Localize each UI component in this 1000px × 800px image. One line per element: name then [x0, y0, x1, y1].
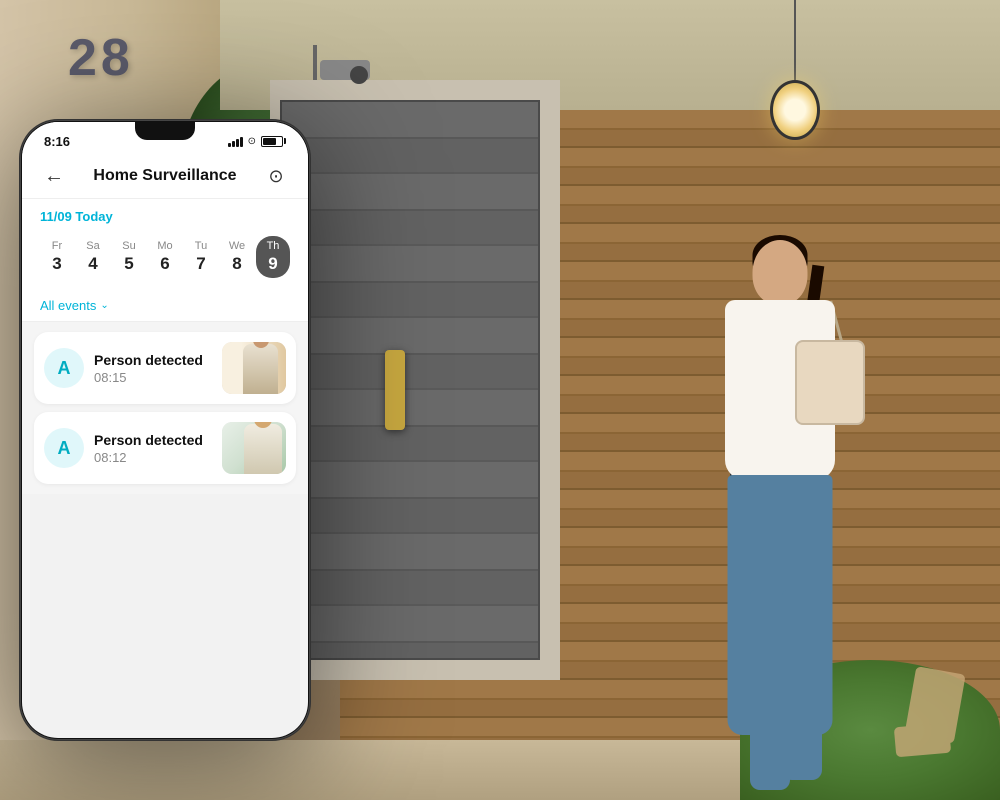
deck-chair — [890, 670, 970, 770]
phone: 8:16 ⊙ — [20, 120, 310, 740]
garage-door — [280, 100, 540, 660]
filter-label: All events — [40, 298, 96, 313]
camera-mount — [313, 45, 317, 80]
status-time: 8:16 — [44, 134, 70, 149]
event-avatar: A — [44, 428, 84, 468]
lamp-shade — [770, 80, 820, 140]
day-item-8[interactable]: We 8 — [220, 236, 254, 278]
nav-title: Home Surveillance — [68, 167, 262, 185]
nav-bar: ← Home Surveillance ⊙ — [22, 154, 308, 199]
person-head — [753, 240, 808, 305]
person-figure — [680, 220, 880, 800]
battery-fill — [263, 138, 276, 145]
back-button[interactable]: ← — [40, 162, 68, 190]
battery-icon — [261, 136, 286, 147]
battery-tip — [284, 138, 286, 144]
date-header: 11/09 Today Fr 3 Sa 4 Su 5 Mo 6 Tu 7 We … — [22, 199, 308, 288]
avatar-letter: A — [58, 358, 71, 379]
signal-bar-3 — [236, 139, 239, 147]
day-item-9[interactable]: Th 9 — [256, 236, 290, 278]
event-info: Person detected 08:15 — [94, 352, 212, 385]
signal-bar-1 — [228, 143, 231, 147]
person-body — [680, 220, 880, 800]
day-name: Fr — [52, 240, 62, 252]
event-info: Person detected 08:12 — [94, 432, 212, 465]
event-title: Person detected — [94, 432, 212, 448]
day-num: 4 — [88, 254, 97, 274]
day-num: 8 — [232, 254, 241, 274]
lamp-cord — [794, 0, 796, 80]
event-thumbnail-wrapper — [222, 422, 286, 474]
status-icons: ⊙ — [228, 135, 286, 147]
day-name: We — [229, 240, 245, 252]
day-item-4[interactable]: Sa 4 — [76, 236, 110, 278]
filter-bar[interactable]: All events ⌄ — [22, 288, 308, 322]
camera-body — [320, 60, 370, 80]
event-title: Person detected — [94, 352, 212, 368]
hanging-lamp — [770, 0, 820, 140]
chair-seat — [894, 723, 951, 758]
day-name: Mo — [157, 240, 172, 252]
day-name: Tu — [195, 240, 207, 252]
event-time: 08:12 — [94, 450, 212, 465]
day-item-7[interactable]: Tu 7 — [184, 236, 218, 278]
back-arrow-icon: ← — [44, 166, 64, 186]
battery-body — [261, 136, 283, 147]
signal-bar-2 — [232, 141, 235, 147]
day-item-5[interactable]: Su 5 — [112, 236, 146, 278]
events-list: A Person detected 08:15 A Person detecte… — [22, 322, 308, 494]
security-camera — [305, 55, 385, 85]
event-card-1[interactable]: A Person detected 08:15 — [34, 332, 296, 404]
day-num: 3 — [52, 254, 61, 274]
day-num: 7 — [196, 254, 205, 274]
day-selector[interactable]: Fr 3 Sa 4 Su 5 Mo 6 Tu 7 We 8 Th 9 — [40, 232, 290, 282]
door-lock — [385, 350, 405, 430]
event-thumbnail-wrapper — [222, 342, 286, 394]
person-bag — [795, 340, 865, 425]
target-icon: ⊙ — [268, 166, 283, 187]
event-card-2[interactable]: A Person detected 08:12 — [34, 412, 296, 484]
day-name: Su — [122, 240, 135, 252]
day-item-3[interactable]: Fr 3 — [40, 236, 74, 278]
person-leg-right — [782, 590, 822, 780]
event-thumbnail — [222, 342, 286, 394]
day-name: Sa — [86, 240, 99, 252]
signal-icon — [228, 135, 243, 147]
chevron-down-icon: ⌄ — [100, 300, 108, 311]
day-name: Th — [267, 240, 280, 252]
app-content: 11/09 Today Fr 3 Sa 4 Su 5 Mo 6 Tu 7 We … — [22, 199, 308, 494]
avatar-letter: A — [58, 438, 71, 459]
day-num: 5 — [124, 254, 133, 274]
event-thumbnail — [222, 422, 286, 474]
phone-outer: 8:16 ⊙ — [20, 120, 310, 740]
day-num: 9 — [268, 254, 277, 274]
event-time: 08:15 — [94, 370, 212, 385]
target-button[interactable]: ⊙ — [262, 162, 290, 190]
house-number: 28 — [68, 28, 134, 88]
phone-screen[interactable]: 8:16 ⊙ — [22, 122, 308, 738]
phone-notch — [135, 122, 195, 140]
wifi-icon: ⊙ — [248, 136, 256, 147]
signal-bar-4 — [240, 137, 243, 147]
day-num: 6 — [160, 254, 169, 274]
day-item-6[interactable]: Mo 6 — [148, 236, 182, 278]
camera-lens-icon — [350, 66, 368, 84]
date-label: 11/09 Today — [40, 209, 290, 224]
event-avatar: A — [44, 348, 84, 388]
